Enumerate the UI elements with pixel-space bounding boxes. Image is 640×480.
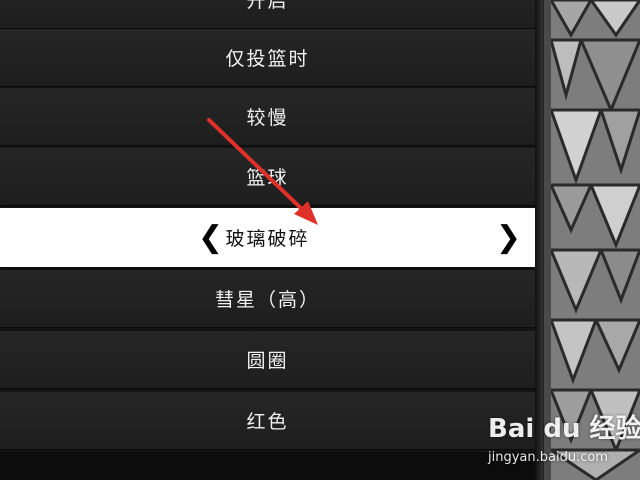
option-row-on[interactable]: 开启 (0, 0, 535, 29)
option-label: 圆圈 (246, 350, 289, 372)
watermark-url: jingyan.baidu.com (488, 450, 608, 465)
option-label: 较慢 (246, 107, 289, 129)
option-label: 彗星（高） (214, 289, 320, 311)
option-row-slower[interactable]: 较慢 (0, 88, 535, 146)
option-row-basketball[interactable]: 篮球 (0, 148, 535, 206)
menu-bottom-edge (0, 452, 535, 480)
option-label: 红色 (246, 411, 289, 433)
option-label: 开启 (246, 0, 289, 12)
previous-option-icon[interactable]: ❮ (198, 222, 225, 253)
option-row-circle[interactable]: 圆圈 (0, 331, 535, 389)
option-row-glass-shatter-selected[interactable]: ❮ 玻璃破碎 ❯ (0, 208, 535, 268)
option-label: 玻璃破碎 (225, 228, 310, 250)
options-menu: 开启 仅投篮时 较慢 篮球 ❮ 玻璃破碎 ❯ 彗星（高） 圆圈 红色 (0, 0, 535, 480)
option-label: 仅投篮时 (225, 48, 310, 70)
option-label: 篮球 (246, 167, 289, 189)
baidu-jingyan-watermark: Bai du 经验 jingyan.baidu.com (488, 408, 640, 478)
option-row-comet-high[interactable]: 彗星（高） (0, 270, 535, 328)
option-row-shoot-only[interactable]: 仅投篮时 (0, 29, 535, 87)
option-row-red[interactable]: 红色 (0, 392, 535, 450)
next-option-icon[interactable]: ❯ (496, 222, 523, 253)
watermark-logo: Bai du 经验 (488, 414, 640, 444)
